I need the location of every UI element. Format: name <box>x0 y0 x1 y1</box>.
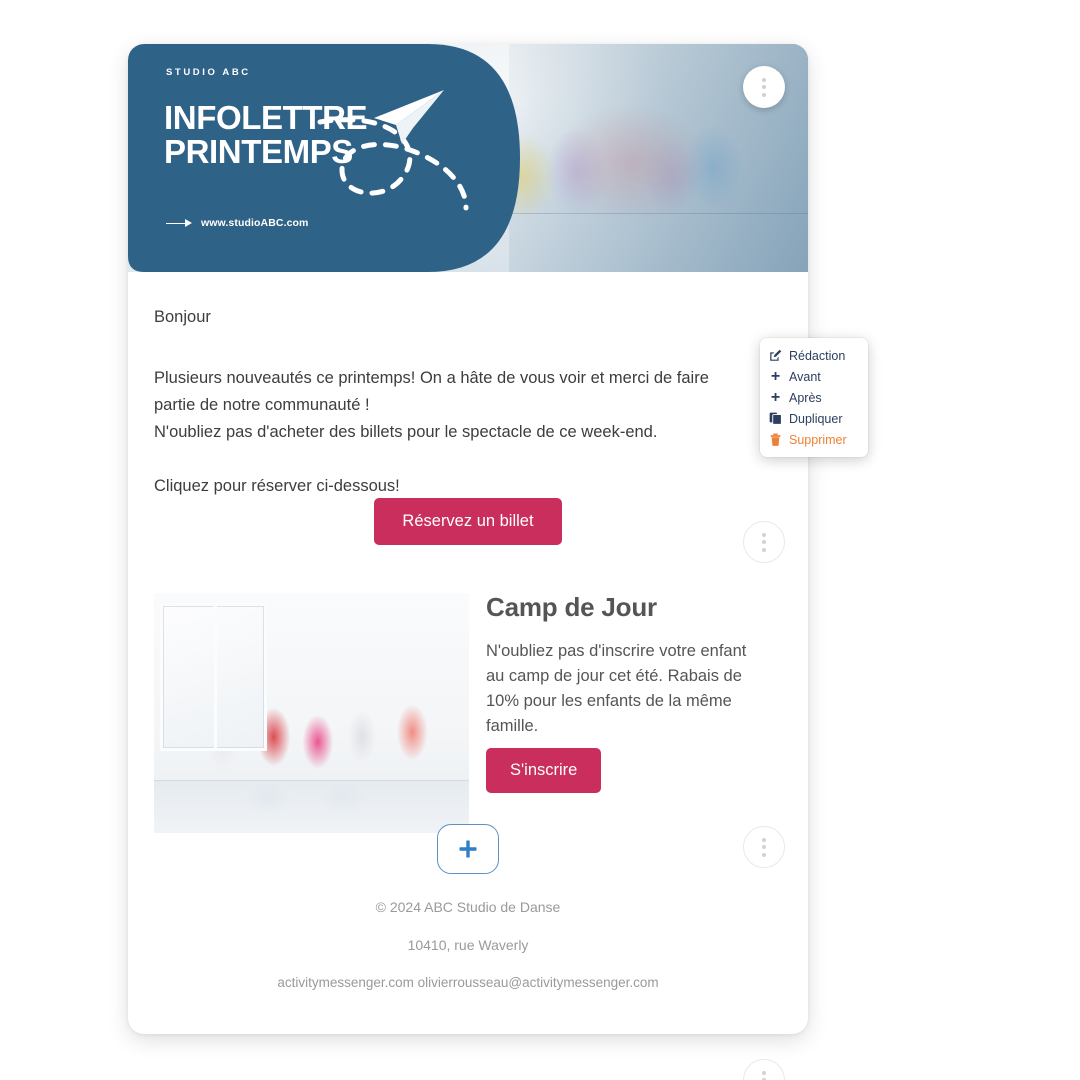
add-block-button[interactable] <box>437 824 499 874</box>
context-menu-label: Rédaction <box>789 348 846 363</box>
camp-description: N'oubliez pas d'inscrire votre enfant au… <box>486 642 747 735</box>
add-block-menu-button[interactable] <box>743 826 785 868</box>
copy-icon <box>769 412 782 425</box>
three-dots-vertical-icon <box>762 540 766 544</box>
plus-icon: + <box>770 388 781 406</box>
screen-root: STUDIO ABC INFOLETTRE PRINTEMPS www.stud… <box>0 0 1080 1080</box>
camp-photo-window <box>160 602 268 752</box>
three-dots-vertical-icon <box>762 1070 766 1075</box>
register-button[interactable]: S'inscrire <box>486 748 602 793</box>
body-paragraph-line-3: Cliquez pour réserver ci-dessous! <box>154 477 400 495</box>
context-menu-item-supprimer[interactable]: Supprimer <box>760 429 868 450</box>
three-dots-vertical-icon <box>762 852 766 857</box>
hero-title-line-2: PRINTEMPS <box>164 132 353 170</box>
footer-contact: activitymessenger.com olivierrousseau@ac… <box>277 975 659 990</box>
reserve-ticket-button[interactable]: Réservez un billet <box>374 498 562 545</box>
email-preview-card: STUDIO ABC INFOLETTRE PRINTEMPS www.stud… <box>128 44 808 1080</box>
trash-icon <box>769 433 782 446</box>
context-menu-item-apres[interactable]: + Après <box>760 387 868 408</box>
hero-banner-block[interactable]: STUDIO ABC INFOLETTRE PRINTEMPS www.stud… <box>128 44 808 272</box>
plus-icon <box>459 840 477 858</box>
three-dots-vertical-icon <box>762 92 766 97</box>
hero-title-line-1: INFOLETTRE <box>164 99 368 136</box>
footer-copyright: © 2024 ABC Studio de Danse <box>375 899 561 915</box>
image-text-block[interactable]: Camp de Jour N'oubliez pas d'inscrire vo… <box>128 548 808 1080</box>
context-menu-label: Avant <box>789 369 821 384</box>
edit-pencil-icon <box>769 349 782 362</box>
add-block-row <box>128 824 808 874</box>
context-menu-label: Après <box>789 390 822 405</box>
greeting-text: Bonjour <box>154 308 211 326</box>
email-footer: © 2024 ABC Studio de Danse 10410, rue Wa… <box>128 899 808 990</box>
three-dots-vertical-icon <box>762 837 766 842</box>
context-menu-item-avant[interactable]: + Avant <box>760 366 868 387</box>
body-paragraph-line-1: Plusieurs nouveautés ce printemps! On a … <box>154 369 709 414</box>
body-paragraph-line-2: N'oubliez pas d'acheter des billets pour… <box>154 423 658 441</box>
block-context-menu[interactable]: Rédaction + Avant + Après Dupliquer Supp… <box>760 338 868 457</box>
hero-title: INFOLETTRE PRINTEMPS <box>164 99 368 170</box>
three-dots-vertical-icon <box>762 532 766 537</box>
three-dots-vertical-icon <box>762 85 766 89</box>
plus-icon: + <box>770 367 781 385</box>
footer-address: 10410, rue Waverly <box>407 937 529 953</box>
context-menu-label: Dupliquer <box>789 411 843 426</box>
hero-text-group: STUDIO ABC INFOLETTRE PRINTEMPS www.stud… <box>128 44 548 272</box>
context-menu-label: Supprimer <box>789 432 847 447</box>
hero-eyebrow: STUDIO ABC <box>166 67 251 78</box>
three-dots-vertical-icon <box>762 77 766 82</box>
context-menu-item-redaction[interactable]: Rédaction <box>760 345 868 366</box>
arrow-right-icon <box>166 219 192 227</box>
image-text-block-menu-button[interactable] <box>743 1059 785 1080</box>
hero-block-menu-button[interactable] <box>743 66 785 108</box>
body-paragraph: Plusieurs nouveautés ce printemps! On a … <box>154 365 754 500</box>
hero-website-row: www.studioABC.com <box>166 217 308 229</box>
context-menu-item-dupliquer[interactable]: Dupliquer <box>760 408 868 429</box>
primary-cta-row: Réservez un billet <box>128 498 808 545</box>
camp-photo <box>154 593 469 833</box>
camp-title: Camp de Jour <box>486 592 657 622</box>
three-dots-vertical-icon <box>762 845 766 849</box>
hero-website-url: www.studioABC.com <box>201 217 309 229</box>
